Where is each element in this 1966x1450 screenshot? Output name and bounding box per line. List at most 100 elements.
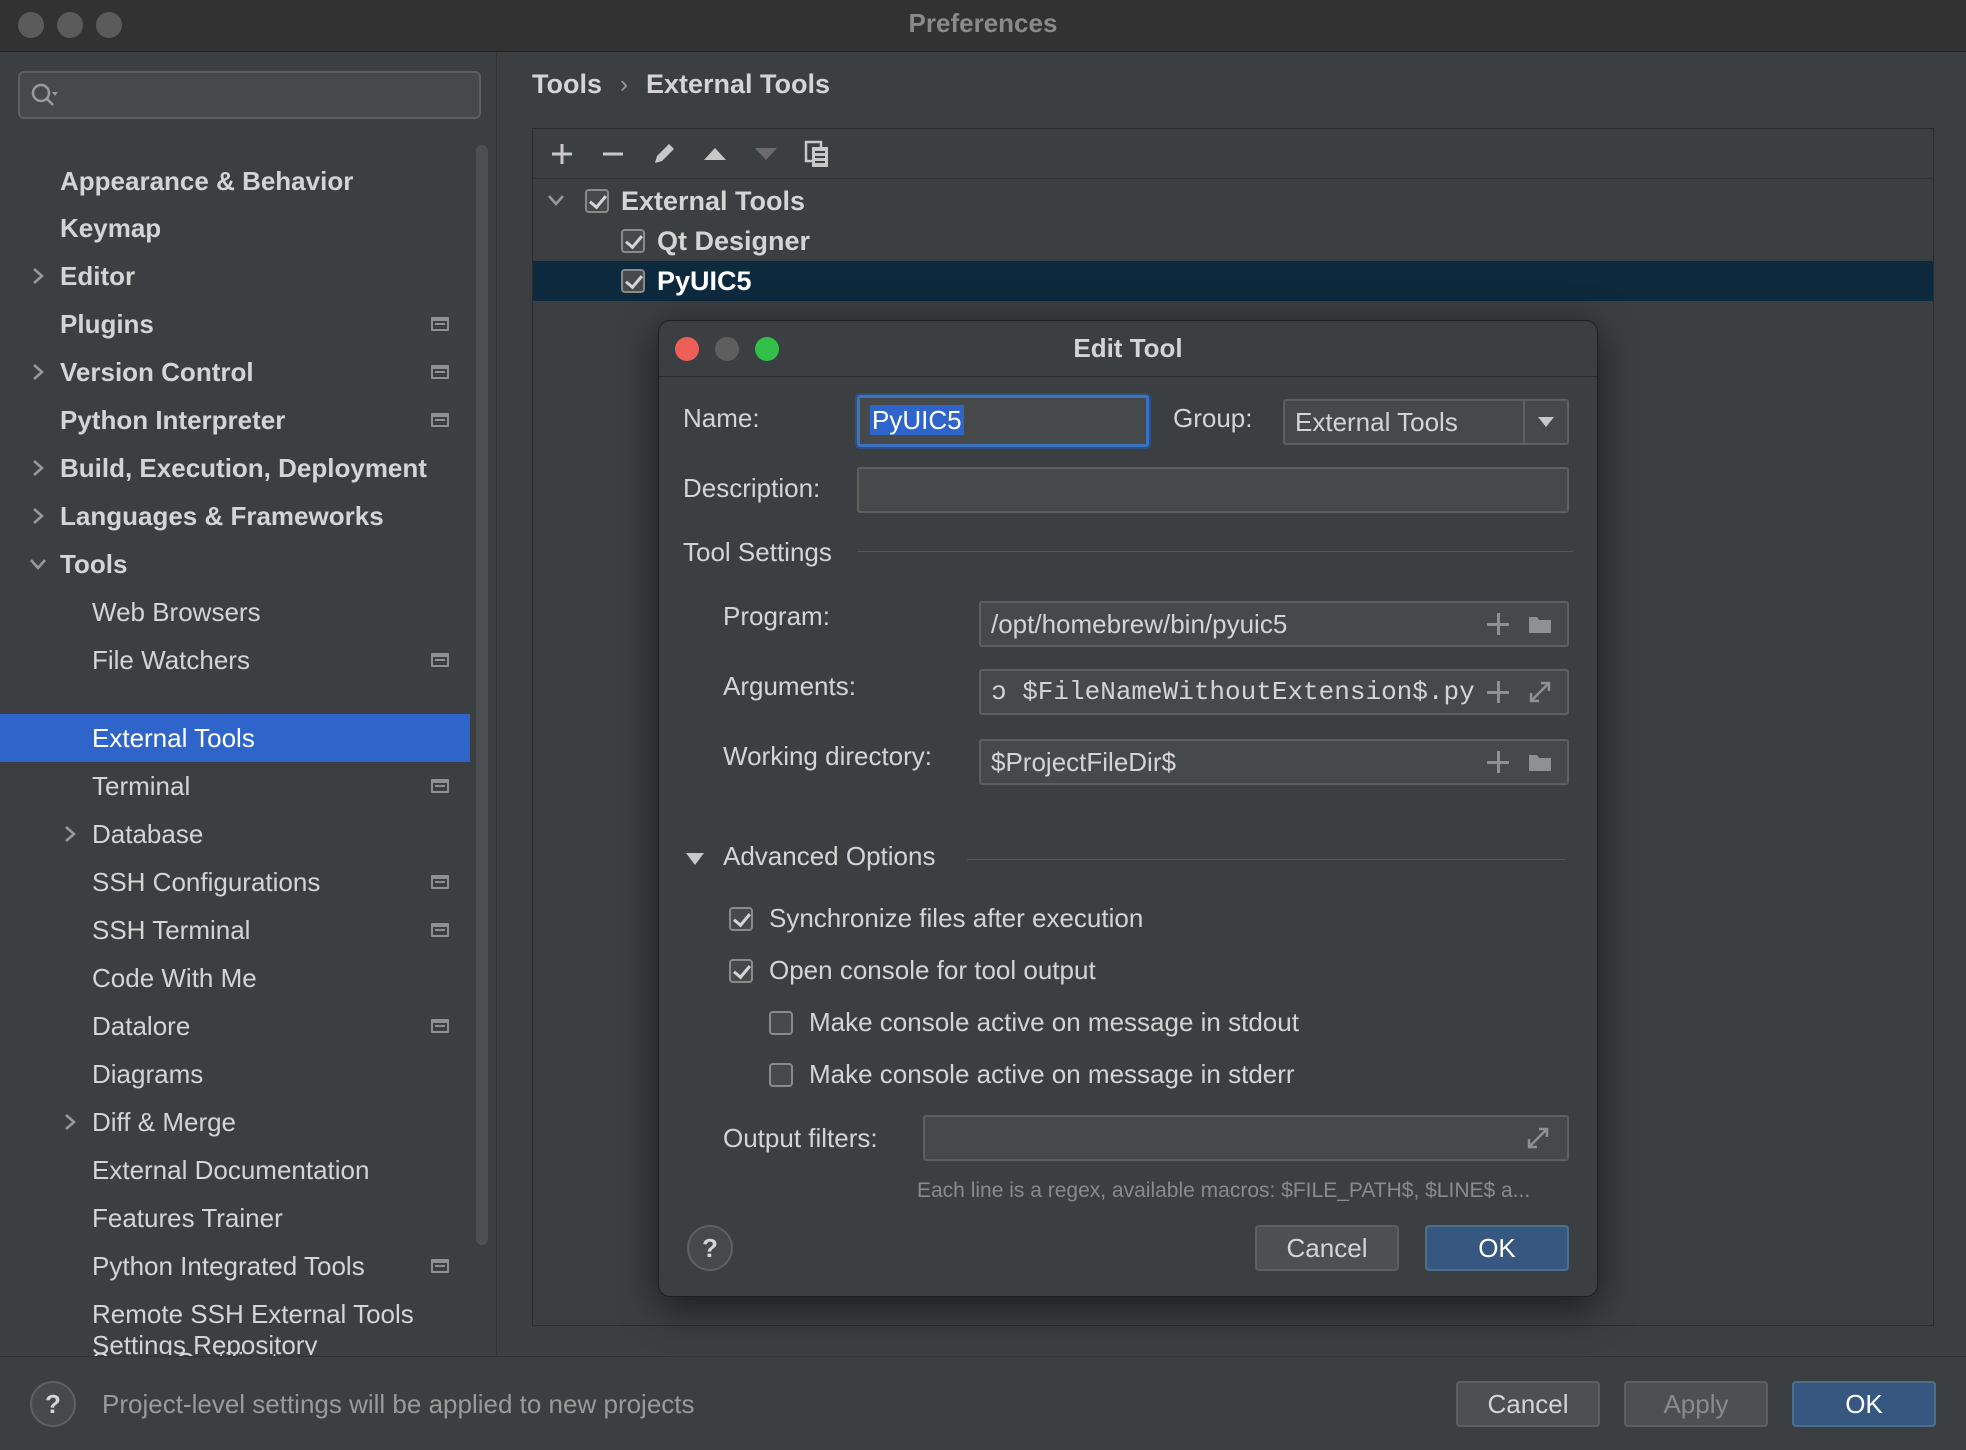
sync-files-label[interactable]: Synchronize files after execution bbox=[769, 903, 1143, 934]
chevron-right-icon[interactable] bbox=[60, 824, 80, 844]
breadcrumb-current: External Tools bbox=[646, 69, 831, 100]
chevron-right-icon[interactable] bbox=[28, 506, 48, 526]
chevron-right-icon[interactable] bbox=[60, 1112, 80, 1132]
tool-group-checkbox[interactable] bbox=[585, 189, 609, 213]
search-icon bbox=[31, 83, 58, 106]
sync-files-checkbox[interactable] bbox=[729, 907, 753, 931]
collapse-triangle-icon[interactable] bbox=[685, 851, 705, 867]
edit-icon[interactable] bbox=[647, 137, 681, 171]
tools-toolbar bbox=[533, 129, 1933, 179]
sidebar-item-ssh-configurations[interactable]: SSH Configurations bbox=[0, 858, 470, 906]
sidebar-item-editor[interactable]: Editor bbox=[0, 252, 470, 300]
add-icon[interactable] bbox=[545, 137, 579, 171]
project-level-icon bbox=[431, 413, 449, 427]
section-divider bbox=[857, 551, 1573, 552]
sidebar-item-ssh-terminal[interactable]: SSH Terminal bbox=[0, 906, 470, 954]
console-stderr-label[interactable]: Make console active on message in stderr bbox=[809, 1059, 1295, 1090]
description-field[interactable] bbox=[857, 467, 1569, 513]
console-stderr-checkbox[interactable] bbox=[769, 1063, 793, 1087]
arguments-value: ɔ $FileNameWithoutExtension$.py bbox=[991, 677, 1475, 707]
sidebar-item-diff-merge[interactable]: Diff & Merge bbox=[0, 1098, 470, 1146]
chevron-down-icon[interactable] bbox=[28, 554, 48, 574]
dialog-ok-button[interactable]: OK bbox=[1425, 1225, 1569, 1271]
sidebar-item-database[interactable]: Database bbox=[0, 810, 470, 858]
console-stdout-checkbox[interactable] bbox=[769, 1011, 793, 1035]
chevron-right-icon[interactable] bbox=[28, 266, 48, 286]
breadcrumb-parent[interactable]: Tools bbox=[532, 69, 602, 100]
tool-group-external-tools[interactable]: External Tools bbox=[533, 181, 1933, 221]
open-console-label[interactable]: Open console for tool output bbox=[769, 955, 1096, 986]
cancel-button[interactable]: Cancel bbox=[1456, 1381, 1600, 1427]
sidebar-item-settings-repository[interactable]: Settings Repository bbox=[0, 1331, 470, 1355]
sidebar-item-code-with-me[interactable]: Code With Me bbox=[0, 954, 470, 1002]
search-input[interactable] bbox=[18, 71, 481, 119]
name-field[interactable]: PyUIC5 bbox=[857, 395, 1149, 447]
sidebar-item-languages[interactable]: Languages & Frameworks bbox=[0, 492, 470, 540]
sidebar-item-features-trainer[interactable]: Features Trainer bbox=[0, 1194, 470, 1242]
dialog-cancel-button[interactable]: Cancel bbox=[1255, 1225, 1399, 1271]
project-level-icon bbox=[431, 923, 449, 937]
section-divider bbox=[967, 859, 1565, 860]
tool-item-checkbox[interactable] bbox=[621, 269, 645, 293]
output-filters-field[interactable] bbox=[923, 1115, 1569, 1161]
title-bar: Preferences bbox=[0, 0, 1966, 52]
sidebar-item-file-watchers[interactable]: File Watchers bbox=[0, 636, 470, 684]
tool-item-checkbox[interactable] bbox=[621, 229, 645, 253]
breadcrumb: Tools › External Tools bbox=[532, 68, 830, 100]
sidebar-item-external-tools[interactable]: External Tools bbox=[0, 714, 470, 762]
insert-macro-icon[interactable] bbox=[1487, 681, 1509, 703]
arguments-field[interactable]: ɔ $FileNameWithoutExtension$.py bbox=[979, 669, 1569, 715]
move-up-icon[interactable] bbox=[698, 137, 732, 171]
sidebar-scrollbar[interactable] bbox=[476, 145, 488, 1245]
dialog-title-bar: Edit Tool bbox=[659, 321, 1597, 377]
open-console-checkbox[interactable] bbox=[729, 959, 753, 983]
tool-item-pyuic5[interactable]: PyUIC5 bbox=[533, 261, 1933, 301]
copy-icon[interactable] bbox=[800, 137, 834, 171]
tool-item-qt-designer[interactable]: Qt Designer bbox=[533, 221, 1933, 261]
sidebar-item-diagrams[interactable]: Diagrams bbox=[0, 1050, 470, 1098]
output-filters-hint: Each line is a regex, available macros: … bbox=[917, 1179, 1531, 1202]
program-field[interactable]: /opt/homebrew/bin/pyuic5 bbox=[979, 601, 1569, 647]
sidebar-item-python-interpreter[interactable]: Python Interpreter bbox=[0, 396, 470, 444]
project-level-icon bbox=[431, 653, 449, 667]
chevron-right-icon[interactable] bbox=[28, 362, 48, 382]
console-stdout-label[interactable]: Make console active on message in stdout bbox=[809, 1007, 1299, 1038]
expand-icon[interactable] bbox=[1525, 1125, 1551, 1151]
group-select[interactable]: External Tools bbox=[1283, 399, 1569, 445]
project-level-icon bbox=[431, 875, 449, 889]
help-button[interactable]: ? bbox=[30, 1381, 76, 1427]
chevron-right-icon[interactable] bbox=[28, 458, 48, 478]
folder-icon[interactable] bbox=[1527, 611, 1553, 637]
preferences-window: Preferences Appearance & Behavior Keymap… bbox=[0, 0, 1966, 1450]
sidebar-item-plugins[interactable]: Plugins bbox=[0, 300, 470, 348]
move-down-icon bbox=[755, 148, 777, 160]
group-label: Group: bbox=[1173, 403, 1253, 433]
sidebar-item-external-documentation[interactable]: External Documentation bbox=[0, 1146, 470, 1194]
expand-icon[interactable] bbox=[1527, 679, 1553, 705]
insert-macro-icon[interactable] bbox=[1487, 613, 1509, 635]
sidebar-clip: Settings Repository bbox=[0, 1331, 470, 1355]
remove-icon[interactable] bbox=[596, 137, 630, 171]
program-label: Program: bbox=[723, 601, 830, 631]
sidebar-item-appearance[interactable]: Appearance & Behavior bbox=[0, 157, 470, 205]
sidebar-item-datalore[interactable]: Datalore bbox=[0, 1002, 470, 1050]
sidebar-item-build[interactable]: Build, Execution, Deployment bbox=[0, 444, 470, 492]
sidebar-item-terminal[interactable]: Terminal bbox=[0, 762, 470, 810]
breadcrumb-separator: › bbox=[620, 70, 628, 98]
apply-button[interactable]: Apply bbox=[1624, 1381, 1768, 1427]
dialog-help-button[interactable]: ? bbox=[687, 1225, 733, 1271]
project-settings-note: Project-level settings will be applied t… bbox=[102, 1389, 695, 1419]
insert-macro-icon[interactable] bbox=[1487, 751, 1509, 773]
chevron-down-icon[interactable] bbox=[547, 191, 565, 209]
sidebar-item-tools[interactable]: Tools bbox=[0, 540, 470, 588]
sidebar-item-web-browsers[interactable]: Web Browsers bbox=[0, 588, 470, 636]
working-directory-field[interactable]: $ProjectFileDir$ bbox=[979, 739, 1569, 785]
folder-icon[interactable] bbox=[1527, 749, 1553, 775]
sidebar-item-version-control[interactable]: Version Control bbox=[0, 348, 470, 396]
project-level-icon bbox=[431, 317, 449, 331]
sidebar-item-python-integrated-tools[interactable]: Python Integrated Tools bbox=[0, 1242, 470, 1290]
ok-button[interactable]: OK bbox=[1792, 1381, 1936, 1427]
sidebar-item-keymap[interactable]: Keymap bbox=[0, 204, 470, 252]
group-dropdown-button[interactable] bbox=[1523, 401, 1567, 443]
advanced-options-heading[interactable]: Advanced Options bbox=[723, 841, 935, 872]
